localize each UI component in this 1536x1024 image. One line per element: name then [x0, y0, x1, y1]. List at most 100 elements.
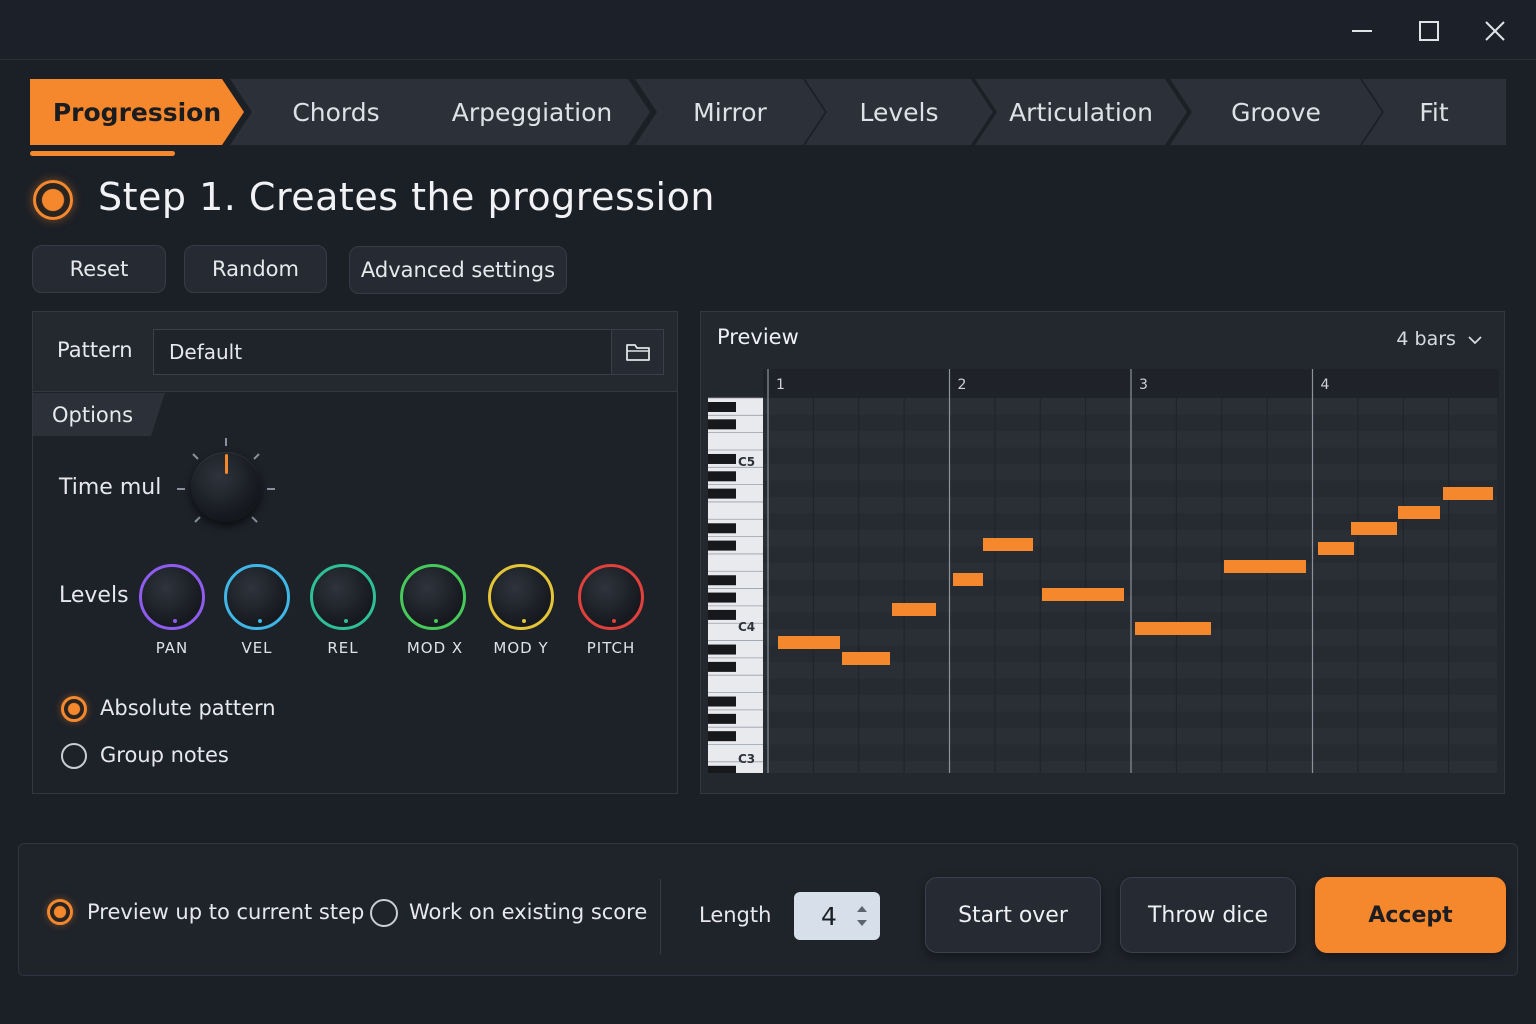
black-key [708, 402, 736, 412]
note [1042, 588, 1124, 601]
grid-row [763, 728, 1497, 745]
grid-row [763, 678, 1497, 695]
rel-knob[interactable] [310, 564, 376, 630]
black-key [708, 523, 736, 534]
grid-row [763, 414, 1497, 431]
black-key [708, 575, 736, 586]
mod-x-label: MOD X [406, 639, 464, 657]
black-key [708, 453, 736, 464]
bars-dropdown-value: 4 bars [1396, 328, 1456, 350]
time-mul-knob[interactable] [191, 452, 261, 522]
length-field[interactable]: 4 [794, 892, 880, 940]
tab-articulation[interactable]: Articulation [975, 79, 1187, 145]
mod-y-knob[interactable] [488, 564, 554, 630]
black-key [708, 471, 736, 482]
preview-title: Preview [717, 325, 799, 349]
note [1135, 622, 1211, 635]
pitch-knob[interactable] [578, 564, 644, 630]
minimize-icon[interactable] [1340, 10, 1384, 52]
close-icon[interactable] [1473, 10, 1517, 52]
note [1351, 522, 1397, 535]
divider [660, 879, 661, 954]
grid-row [763, 711, 1497, 728]
random-button[interactable]: Random [184, 245, 327, 293]
grid-row [763, 431, 1497, 448]
bar-number: 2 [958, 377, 967, 393]
black-key [708, 419, 736, 430]
grid-row [763, 563, 1497, 580]
black-key [708, 609, 736, 620]
reset-button[interactable]: Reset [32, 245, 166, 293]
bars-dropdown[interactable]: 4 bars [1396, 328, 1482, 350]
work-on-existing-score-radio[interactable] [370, 899, 398, 927]
note [953, 573, 983, 586]
grid-row [763, 497, 1497, 514]
accept-button[interactable]: Accept [1315, 877, 1506, 953]
piano-roll[interactable]: 1 2 3 4 C5 C4 C3 [706, 369, 1499, 773]
black-key [708, 661, 736, 672]
vel-knob[interactable] [224, 564, 290, 630]
note [892, 603, 936, 616]
preview-up-to-current-step-radio[interactable] [47, 899, 73, 925]
throw-dice-button[interactable]: Throw dice [1120, 877, 1296, 953]
mod-x-knob[interactable] [400, 564, 466, 630]
grid-row [763, 761, 1497, 773]
pattern-field[interactable]: Default [153, 329, 613, 375]
advanced-settings-button[interactable]: Advanced settings [349, 246, 567, 294]
length-label: Length [699, 903, 772, 927]
black-key [708, 765, 736, 773]
absolute-pattern-radio[interactable] [61, 696, 87, 722]
time-mul-label: Time mul [59, 475, 162, 500]
note [1443, 487, 1493, 500]
step-title: Step 1. Creates the progression [98, 175, 715, 219]
preview-panel: Preview 4 bars 1 2 3 4 C5 C4 C3 [700, 311, 1505, 794]
rel-label: REL [327, 639, 359, 657]
tab-chords[interactable]: Chords [230, 79, 442, 145]
tab-progression[interactable]: Progression [30, 79, 244, 145]
absolute-pattern-label: Absolute pattern [100, 696, 276, 720]
start-over-button[interactable]: Start over [925, 877, 1101, 953]
tab-levels[interactable]: Levels [805, 79, 993, 145]
note [983, 538, 1033, 551]
tab-mirror[interactable]: Mirror [635, 79, 825, 145]
options-tab[interactable]: Options [33, 393, 165, 436]
note [778, 636, 840, 649]
grid-row [763, 464, 1497, 481]
grid-row [763, 744, 1497, 761]
grid-row [763, 480, 1497, 497]
active-tab-underline [30, 151, 175, 156]
bar-number: 3 [1139, 377, 1148, 393]
tab-groove[interactable]: Groove [1170, 79, 1382, 145]
length-stepper-icon[interactable] [854, 900, 870, 932]
black-key [708, 540, 736, 551]
work-on-existing-score-label: Work on existing score [409, 900, 648, 924]
grid-row [763, 579, 1497, 596]
key-label: C5 [738, 455, 755, 469]
key-label: C3 [738, 752, 755, 766]
grid-row [763, 398, 1497, 415]
note [1398, 506, 1440, 519]
key-label: C4 [738, 620, 755, 634]
note [1318, 542, 1354, 555]
folder-icon[interactable] [611, 329, 664, 375]
length-value: 4 [821, 901, 837, 931]
pattern-row: Pattern Default [33, 312, 677, 392]
grid-row [763, 447, 1497, 464]
pattern-label: Pattern [57, 338, 133, 362]
black-key [708, 731, 736, 742]
black-key [708, 713, 736, 724]
tab-fit[interactable]: Fit [1362, 79, 1506, 145]
grid-row [763, 695, 1497, 712]
grid-row [763, 612, 1497, 629]
group-notes-radio[interactable] [61, 743, 87, 769]
black-key [708, 644, 736, 655]
grid-row [763, 629, 1497, 646]
note [842, 652, 890, 665]
options-panel: Pattern Default Options Time mul Levels … [32, 311, 678, 794]
pitch-label: PITCH [586, 639, 636, 657]
pan-knob[interactable] [139, 564, 205, 630]
bar-number: 4 [1321, 377, 1330, 393]
tab-arpeggiation[interactable]: Arpeggiation [414, 79, 650, 145]
black-key [708, 592, 736, 603]
maximize-icon[interactable] [1407, 10, 1451, 52]
